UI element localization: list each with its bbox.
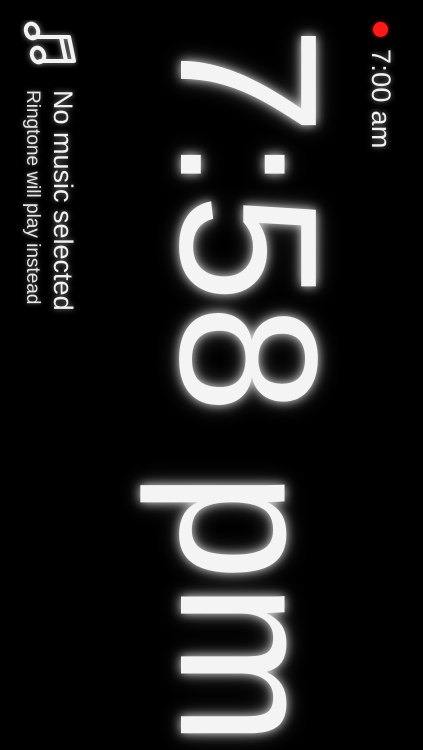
next-alarm-time: 7:00 am [366, 49, 397, 149]
music-title: No music selected [48, 90, 78, 311]
music-selection[interactable]: No music selected Ringtone will play ins… [20, 20, 78, 311]
current-time: 7:58 pm [139, 26, 358, 749]
music-subtitle: Ringtone will play instead [22, 90, 43, 305]
music-text: No music selected Ringtone will play ins… [21, 90, 78, 311]
alarm-clock-screen: 7:00 am 7:58 pm No music selected Ringto… [0, 0, 423, 750]
landscape-view: 7:00 am 7:58 pm No music selected Ringto… [0, 0, 423, 750]
music-note-icon [20, 20, 78, 68]
alarm-indicator-dot [373, 22, 389, 37]
next-alarm[interactable]: 7:00 am [359, 22, 403, 149]
